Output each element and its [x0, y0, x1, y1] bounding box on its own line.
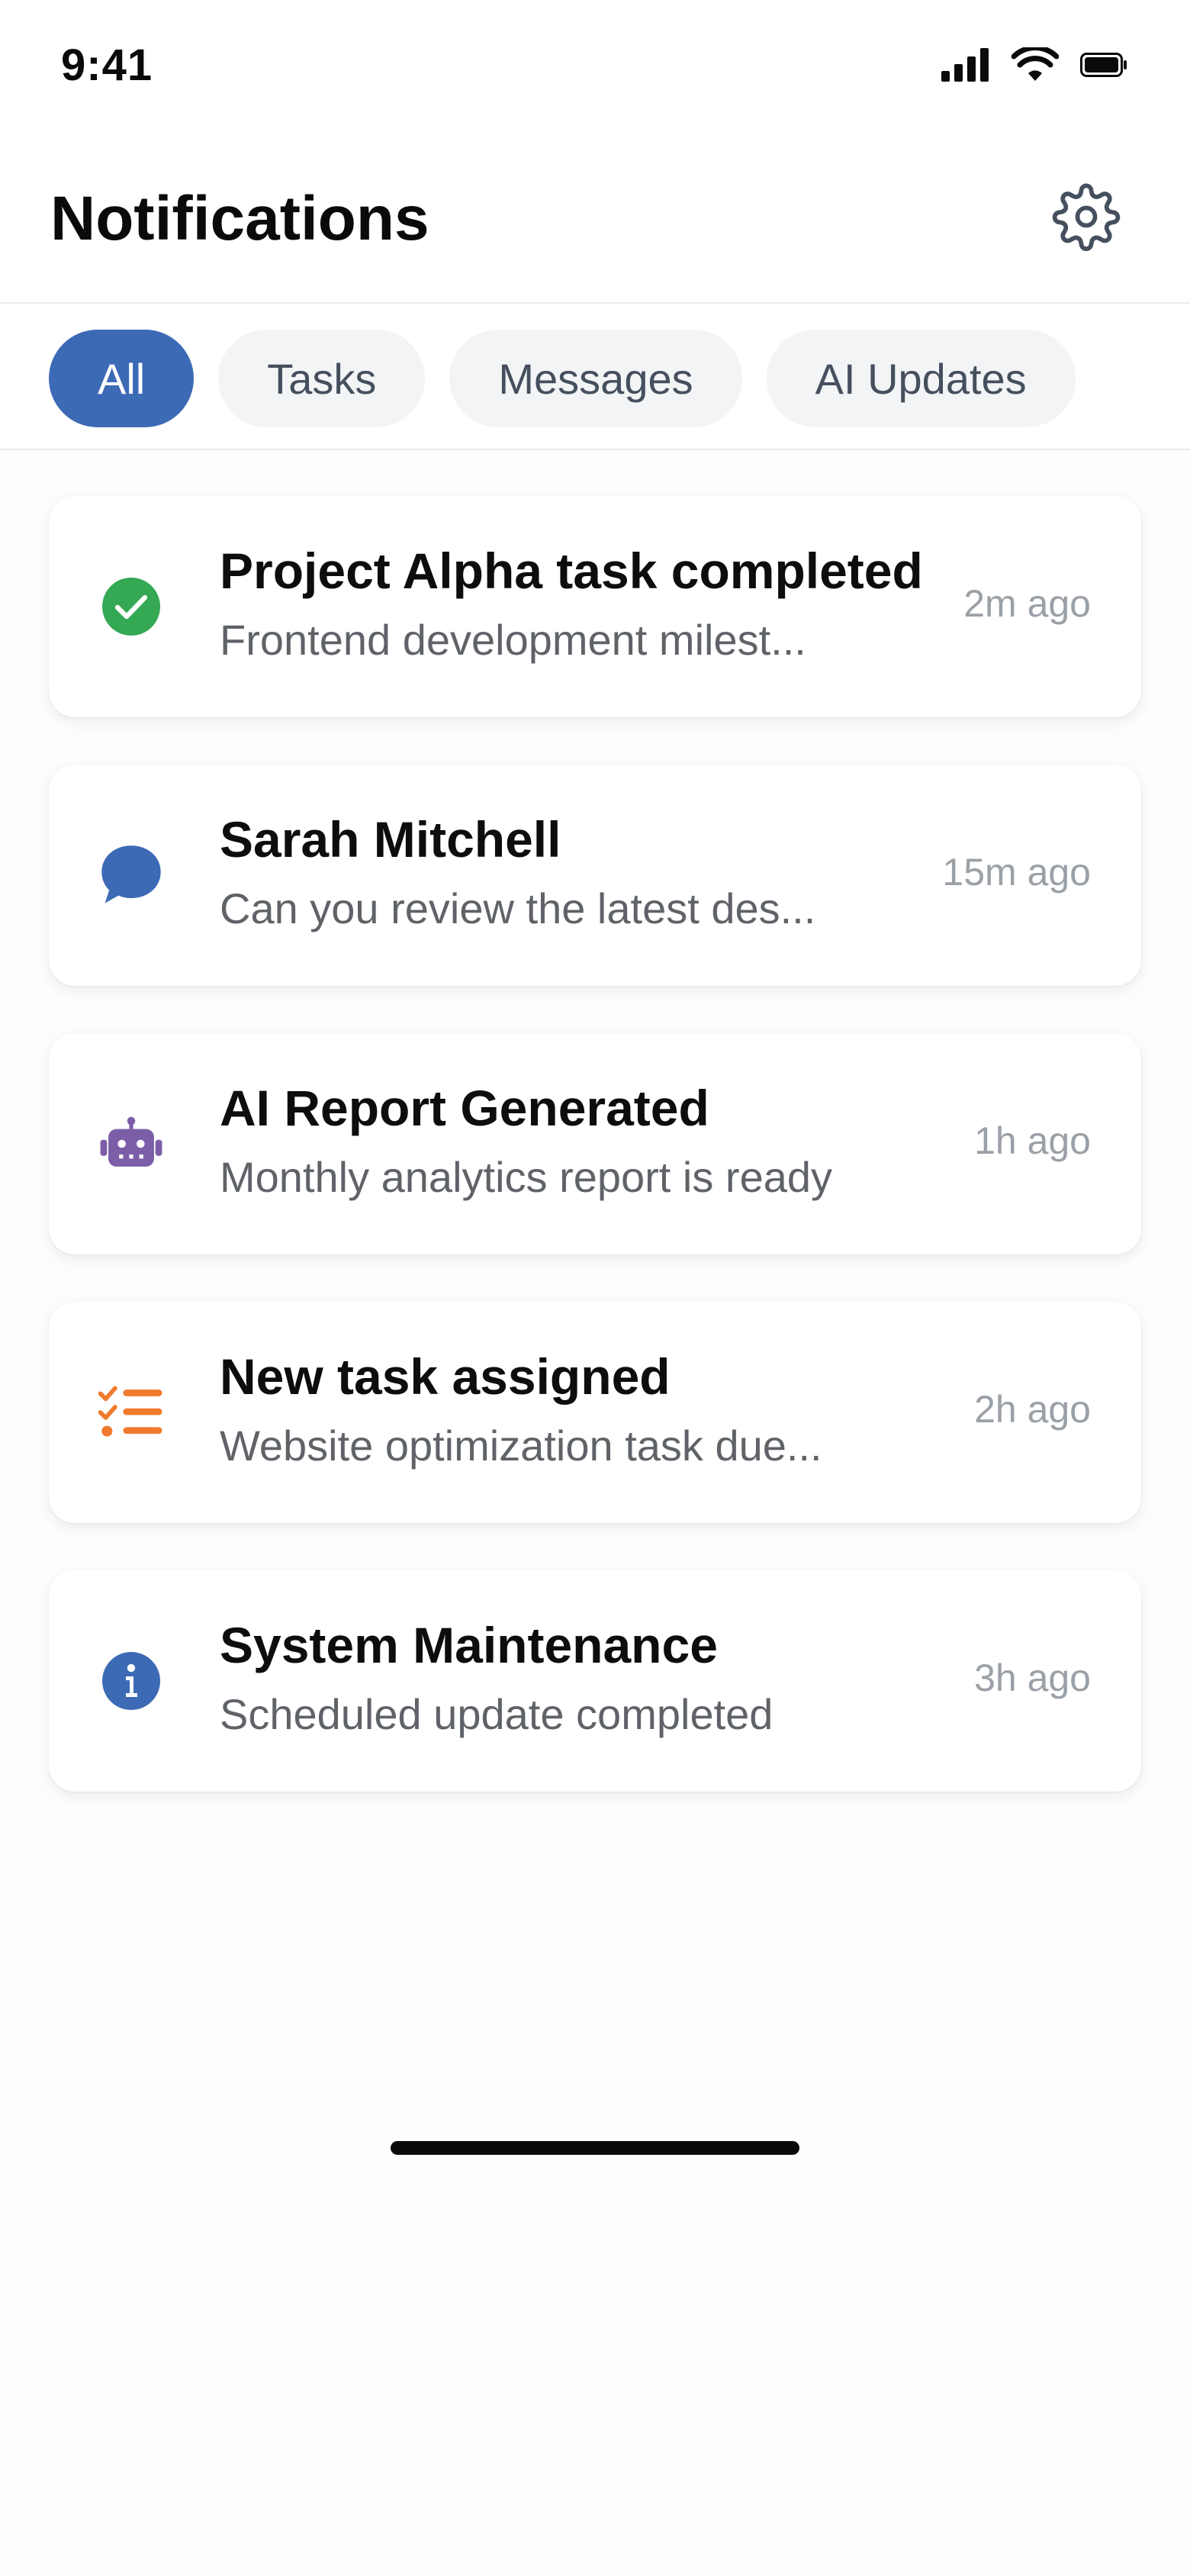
home-indicator[interactable] — [391, 2141, 799, 2155]
notification-time: 2h ago — [974, 1388, 1091, 1431]
chat-bubble-icon — [98, 842, 165, 909]
notification-list: Project Alpha task completed Frontend de… — [49, 496, 1141, 1792]
task-list-icon — [98, 1379, 165, 1446]
tab-tasks[interactable]: Tasks — [218, 330, 426, 427]
notification-subtitle: Website optimization task due... — [220, 1422, 822, 1470]
tab-messages[interactable]: Messages — [449, 330, 742, 427]
wifi-icon — [1011, 45, 1060, 86]
filter-bar: All Tasks Messages AI Updates — [0, 304, 1190, 450]
notification-title: Sarah Mitchell — [220, 811, 561, 868]
notification-title: System Maintenance — [220, 1617, 718, 1673]
notification-subtitle: Frontend development milest... — [220, 616, 806, 664]
tab-ai-updates[interactable]: AI Updates — [766, 330, 1076, 427]
notification-time: 2m ago — [963, 582, 1091, 625]
status-time: 9:41 — [61, 40, 153, 90]
notification-title: AI Report Generated — [220, 1080, 709, 1136]
filter-tabs: All Tasks Messages AI Updates — [49, 330, 1076, 427]
page-title: Notifications — [50, 184, 429, 253]
notification-subtitle: Monthly analytics report is ready — [220, 1153, 833, 1201]
notification-card[interactable]: Project Alpha task completed Frontend de… — [49, 496, 1141, 717]
notification-card[interactable]: System Maintenance Scheduled update comp… — [49, 1570, 1141, 1792]
notification-time: 3h ago — [974, 1657, 1091, 1699]
notifications-screen: 9:41 Notifications All Tasks Messages AI… — [0, 0, 1190, 2576]
battery-icon — [1080, 53, 1127, 81]
notification-card[interactable]: AI Report Generated Monthly analytics re… — [49, 1033, 1141, 1254]
info-circle-icon — [98, 1647, 165, 1715]
robot-icon — [98, 1110, 165, 1177]
settings-button[interactable] — [1050, 182, 1123, 255]
notification-subtitle: Scheduled update completed — [220, 1690, 774, 1738]
status-bar: 9:41 — [0, 0, 1190, 134]
notification-card[interactable]: New task assigned Website optimization t… — [49, 1302, 1141, 1523]
notification-title: New task assigned — [220, 1348, 671, 1405]
check-circle-icon — [98, 573, 165, 640]
notification-time: 1h ago — [974, 1119, 1091, 1162]
tab-all[interactable]: All — [49, 330, 195, 427]
notification-subtitle: Can you review the latest des... — [220, 884, 816, 932]
notification-title: Project Alpha task completed — [220, 543, 923, 599]
header: Notifications — [0, 134, 1190, 304]
cellular-signal-icon — [941, 48, 990, 85]
notification-card[interactable]: Sarah Mitchell Can you review the latest… — [49, 765, 1141, 986]
gear-icon — [1051, 182, 1121, 256]
status-icons — [941, 45, 1127, 86]
notification-time: 15m ago — [942, 851, 1091, 894]
